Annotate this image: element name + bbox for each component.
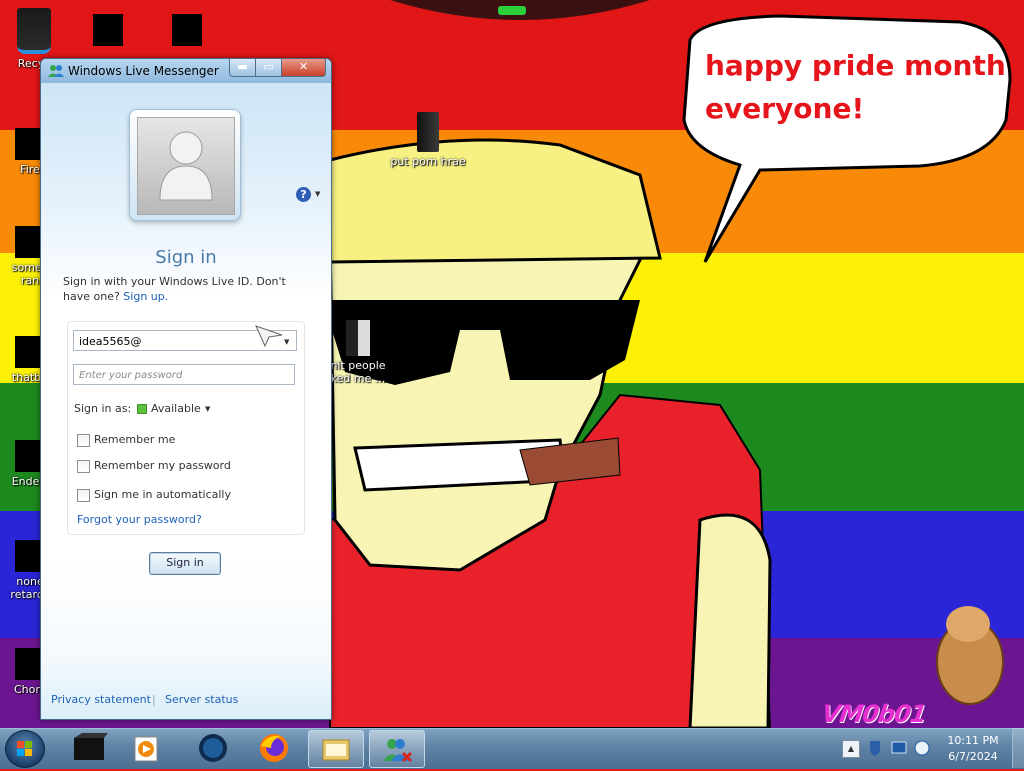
maximize-button[interactable]: ▭ — [255, 59, 282, 77]
forgot-password-link[interactable]: Forgot your password? — [77, 513, 202, 526]
recycle-bin-icon — [17, 8, 51, 54]
window-title: Windows Live Messenger — [68, 64, 219, 78]
taskbar-item-firefox[interactable] — [247, 730, 301, 766]
globe-icon — [199, 734, 227, 762]
default-user-icon — [159, 131, 213, 201]
network-icon — [891, 741, 907, 754]
signup-link[interactable]: Sign up. — [123, 290, 168, 303]
remember-me-checkbox[interactable] — [77, 434, 90, 447]
taskbar-item-explorer[interactable] — [308, 730, 364, 768]
messenger-window[interactable]: Windows Live Messenger ▬ ▭ ✕ ? ▼ Sign in… — [40, 58, 332, 720]
remember-me-label: Remember me — [94, 433, 176, 446]
remember-password-checkbox[interactable] — [77, 460, 90, 473]
auto-signin-checkbox[interactable] — [77, 489, 90, 502]
clock-time[interactable]: 10:11 PM — [940, 734, 1006, 747]
desktop-icon-app[interactable] — [147, 14, 227, 49]
arm — [688, 513, 772, 730]
desktop-icon-folder[interactable] — [68, 14, 148, 49]
minimize-button[interactable]: ▬ — [229, 59, 256, 77]
desktop-icon-put-porn[interactable]: put porn hrae — [388, 112, 468, 168]
avatar-picture — [137, 117, 235, 215]
auto-signin-label: Sign me in automatically — [94, 488, 231, 501]
windows-logo-icon — [17, 741, 32, 756]
clock-date[interactable]: 6/7/2024 — [940, 750, 1006, 763]
remember-password-label: Remember my password — [94, 459, 231, 472]
help-dropdown-icon[interactable]: ▼ — [315, 190, 320, 198]
signin-description: Sign in with your Windows Live ID. Don't… — [63, 274, 315, 304]
signin-button[interactable]: Sign in — [149, 552, 221, 575]
hair — [328, 138, 662, 264]
status-select[interactable]: Available — [151, 402, 201, 415]
mouse-cursor-icon — [255, 325, 283, 347]
signin-panel — [67, 321, 305, 535]
volume-icon — [914, 740, 930, 756]
dark-box-icon — [74, 733, 108, 760]
taskbar-item-network-app[interactable] — [186, 730, 240, 766]
taskbar-item-messenger[interactable] — [369, 730, 425, 768]
server-status-link[interactable]: Server status — [165, 693, 238, 706]
speech-bubble-line1: happy pride month — [705, 49, 1006, 82]
desktop-icon-label: ked me ... — [330, 372, 386, 385]
window-titlebar[interactable]: Windows Live Messenger ▬ ▭ ✕ — [41, 59, 331, 83]
id-dropdown-icon[interactable]: ▼ — [284, 338, 289, 346]
desktop-icon-label: put porn hrae — [390, 155, 466, 168]
signin-description-text: Sign in with your Windows Live ID. Don't… — [63, 275, 286, 303]
taskbar-item-cmd[interactable] — [62, 730, 116, 766]
system-tray-icons[interactable] — [866, 738, 936, 758]
close-button[interactable]: ✕ — [281, 59, 326, 77]
desktop-icon-label: ran — [20, 274, 40, 287]
tower-pc-icon — [417, 112, 439, 152]
media-player-icon — [134, 736, 158, 762]
help-icon[interactable]: ? — [296, 187, 311, 202]
show-desktop-button[interactable] — [1012, 728, 1024, 768]
desktop-icon-label: Fire — [20, 163, 40, 176]
security-shield-icon — [870, 741, 880, 756]
privacy-statement-link[interactable]: Privacy statement — [51, 693, 151, 706]
firefox-icon — [260, 734, 288, 762]
speech-bubble-text: happy pride month everyone! — [705, 44, 1006, 130]
messenger-icon — [383, 739, 413, 763]
password-field[interactable]: Enter your password — [73, 364, 295, 385]
app-icon — [172, 14, 202, 46]
available-status-icon — [137, 404, 147, 414]
status-dropdown-icon[interactable]: ▼ — [205, 405, 210, 413]
document-icon — [346, 320, 370, 356]
avatar[interactable] — [129, 109, 241, 221]
speech-bubble-line2: everyone! — [705, 92, 865, 125]
watermark-text: VM0b01 — [820, 700, 928, 728]
footer-separator: | — [152, 693, 156, 706]
show-hidden-icons-button[interactable]: ▲ — [842, 740, 860, 758]
hamster-head — [946, 606, 990, 642]
top-green-light — [498, 6, 526, 15]
messenger-buddy-icon — [48, 65, 64, 77]
start-button[interactable] — [5, 730, 45, 768]
folder-icon — [93, 14, 123, 46]
signin-heading: Sign in — [155, 247, 217, 268]
desktop-icon-label: nit people — [330, 359, 386, 372]
folder-icon — [322, 739, 350, 761]
status-label: Sign in as: — [74, 402, 132, 415]
taskbar-item-media-player[interactable] — [120, 730, 174, 766]
